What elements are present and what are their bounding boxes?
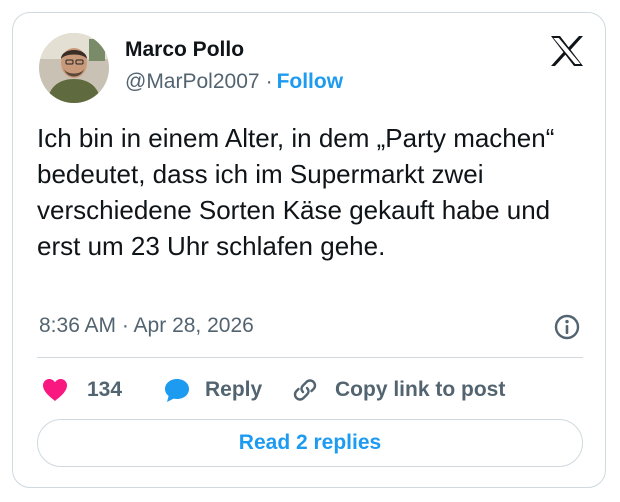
author-handle[interactable]: @MarPol2007 (125, 70, 260, 93)
handle-separator: · (265, 70, 273, 93)
copy-link-label: Copy link to post (335, 378, 506, 401)
avatar[interactable] (39, 33, 109, 103)
tweet-timestamp[interactable]: 8:36 AM · Apr 28, 2026 (39, 314, 254, 338)
reply-button[interactable]: Reply (163, 375, 262, 405)
speech-bubble-icon (165, 379, 189, 402)
heart-icon (43, 379, 67, 401)
tweet-card: Marco Pollo @MarPol2007 · Follow Ich bin i… (12, 12, 606, 488)
tweet-text: Ich bin in einem Alter, in dem „Party ma… (37, 123, 555, 261)
reply-label: Reply (205, 378, 263, 401)
author-name[interactable]: Marco Pollo (125, 38, 244, 62)
copy-link-button[interactable]: Copy link to post (291, 375, 505, 405)
link-icon (293, 379, 317, 401)
x-logo-icon[interactable] (549, 33, 585, 69)
read-replies-button[interactable]: Read 2 replies (37, 419, 583, 467)
follow-button[interactable]: Follow (277, 70, 344, 93)
author-handle-row: @MarPol2007 · Follow (125, 70, 343, 94)
info-icon[interactable] (553, 313, 581, 341)
like-button[interactable]: 134 (41, 375, 122, 405)
like-count: 134 (87, 378, 123, 401)
divider (37, 357, 583, 358)
avatar-photo (39, 33, 109, 103)
